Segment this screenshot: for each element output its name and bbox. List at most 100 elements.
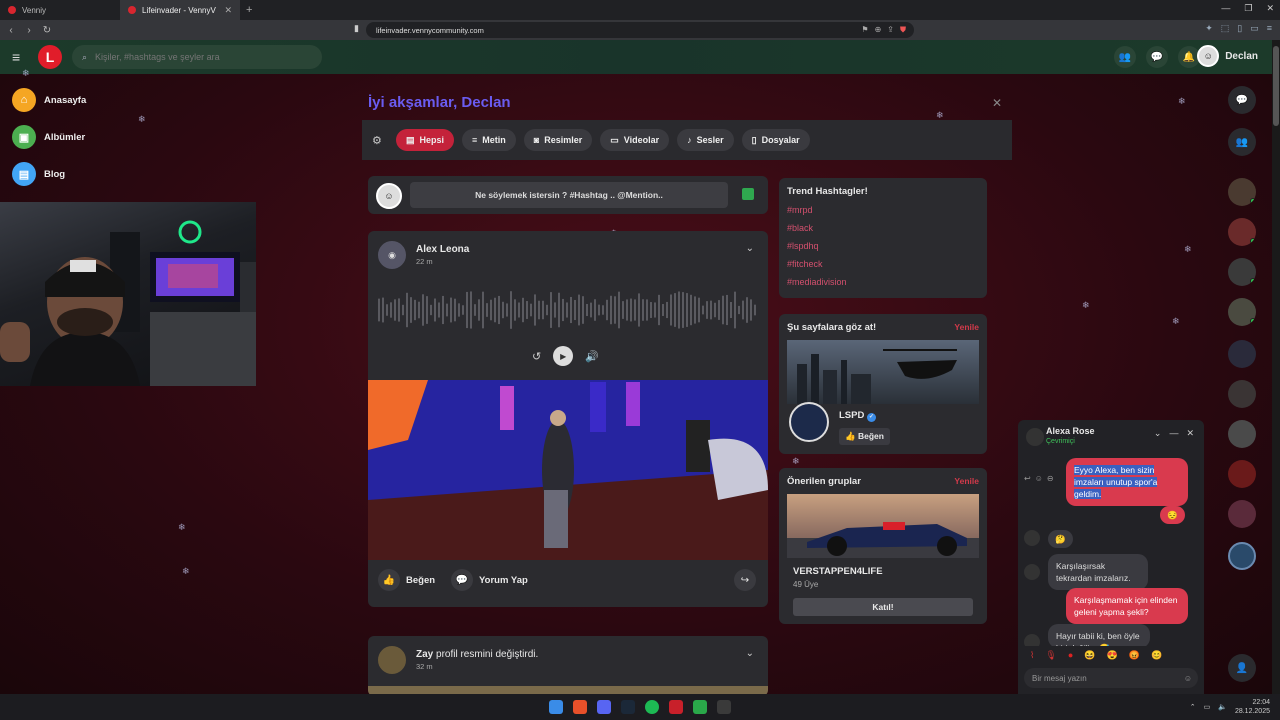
wallet-icon[interactable]: ▭ (1250, 23, 1259, 34)
group-name[interactable]: VERSTAPPEN4LIFE (793, 566, 883, 577)
attachment-icon[interactable]: ⌇ (1030, 650, 1034, 661)
browser-tab-active[interactable]: Lifeinvader - VennyV ✕ (120, 0, 240, 20)
contact-avatar[interactable] (1228, 542, 1256, 570)
emoji-react-icon[interactable]: ☺ (1035, 474, 1043, 483)
avatar[interactable] (378, 646, 406, 674)
close-icon[interactable]: ✕ (992, 96, 1002, 110)
page-like-button[interactable]: 👍 Beğen (839, 428, 890, 445)
camera-upload-icon[interactable] (742, 188, 754, 200)
back-icon[interactable]: ‹ (4, 25, 18, 36)
chat-message-input[interactable]: Bir mesaj yazın ☺ (1024, 668, 1198, 688)
contact-avatar[interactable] (1228, 178, 1256, 206)
brave-icon[interactable] (573, 700, 587, 714)
play-app-icon[interactable] (693, 700, 707, 714)
extension-icon[interactable]: ✦ (1205, 23, 1213, 34)
maximize-icon[interactable]: ❐ (1244, 3, 1252, 14)
share-icon[interactable]: ↪ (734, 569, 756, 591)
close-icon[interactable]: ✕ (1186, 428, 1194, 439)
new-tab-button[interactable]: + (246, 4, 252, 16)
like-button[interactable]: 👍 Beğen (378, 569, 435, 591)
hashtag-link[interactable]: #lspdhq (787, 241, 979, 251)
steam-icon[interactable] (621, 700, 635, 714)
minimize-icon[interactable]: — (1169, 428, 1178, 439)
chevron-down-icon[interactable]: ⌄ (746, 648, 754, 659)
network-icon[interactable]: ▭ (1204, 703, 1211, 711)
filter-files-button[interactable]: ▯ Dosyalar (741, 129, 810, 151)
messages-icon[interactable]: 💬 (1146, 46, 1168, 68)
brave-shield-icon[interactable]: ⛊ (900, 25, 906, 35)
monitor-app-icon[interactable] (717, 700, 731, 714)
contact-avatar[interactable] (1228, 420, 1256, 448)
rewind-icon[interactable]: ↺ (532, 350, 541, 363)
lspd-seal-logo[interactable] (789, 402, 829, 442)
post-author[interactable]: Alex Leona (416, 244, 469, 255)
post-author[interactable]: Zay (416, 649, 433, 660)
close-tab-icon[interactable]: ✕ (224, 5, 232, 16)
user-menu[interactable]: ☺ Declan (1197, 45, 1258, 67)
zoom-icon[interactable]: ⊕ (875, 25, 882, 35)
filter-text-button[interactable]: ≡ Metin (462, 129, 516, 151)
reload-icon[interactable]: ↻ (40, 25, 54, 36)
app-icon[interactable] (669, 700, 683, 714)
more-icon[interactable]: ⊖ (1047, 474, 1054, 483)
filter-audio-button[interactable]: ♪ Sesler (677, 129, 734, 151)
url-field[interactable]: lifeinvader.vennycommunity.com ⚑ ⊕ ⇪ ⛊ (366, 22, 914, 38)
hashtag-link[interactable]: #mrpd (787, 205, 979, 215)
contact-avatar[interactable] (1228, 340, 1256, 368)
composer-input[interactable]: Ne söylemek istersin ? #Hashtag .. @Ment… (410, 182, 728, 208)
chat-contact-name[interactable]: Alexa Rose (1046, 426, 1095, 436)
hashtag-link[interactable]: #mediadivision (787, 277, 979, 287)
microphone-icon[interactable]: 🎙 (1045, 650, 1056, 661)
volume-icon[interactable]: 🔊 (585, 350, 599, 363)
add-friend-icon[interactable]: 👥 (1228, 128, 1256, 156)
record-icon[interactable]: ● (1068, 650, 1073, 660)
emoji-more-icon[interactable]: 😊 (1151, 650, 1162, 661)
clock[interactable]: 22:04 28.12.2025 (1235, 698, 1270, 716)
contact-avatar[interactable] (1228, 218, 1256, 246)
hamburger-menu-icon[interactable]: ≡ (12, 49, 28, 65)
search-bar[interactable]: ⌕ (72, 45, 322, 69)
post-image[interactable] (368, 380, 768, 560)
chat-bubble-icon[interactable]: 💬 (1228, 86, 1256, 114)
volume-icon[interactable]: 🔈 (1218, 703, 1227, 711)
scrollbar[interactable] (1272, 40, 1280, 694)
hashtag-link[interactable]: #fitcheck (787, 259, 979, 269)
filter-settings-icon[interactable]: ⚙ (372, 134, 388, 147)
group-cover-image[interactable] (787, 494, 979, 558)
share-icon[interactable]: ⇪ (887, 25, 894, 35)
page-name[interactable]: LSPD (839, 410, 864, 421)
audio-waveform[interactable] (378, 289, 758, 331)
minimize-icon[interactable]: — (1221, 3, 1230, 14)
hashtag-link[interactable]: #black (787, 223, 979, 233)
filter-images-button[interactable]: ◙ Resimler (523, 129, 593, 151)
forward-icon[interactable]: › (22, 25, 36, 36)
page-cover-image[interactable] (787, 340, 979, 404)
contact-avatar[interactable] (1228, 460, 1256, 488)
reply-icon[interactable]: ↩ (1024, 474, 1031, 483)
discord-icon[interactable] (597, 700, 611, 714)
emoji-love-icon[interactable]: 😍 (1107, 650, 1118, 661)
sidebar-item-home[interactable]: ⌂ Anasayfa (12, 88, 86, 112)
contacts-icon[interactable]: 👤 (1228, 654, 1256, 682)
refresh-link[interactable]: Yenile (954, 322, 979, 332)
sidebar-toggle-icon[interactable]: ▯ (1237, 23, 1242, 34)
sidebar-item-albums[interactable]: ▣ Albümler (12, 125, 85, 149)
chevron-down-icon[interactable]: ⌄ (1154, 428, 1162, 439)
join-group-button[interactable]: Katıl! (793, 598, 973, 616)
emoji-laugh-icon[interactable]: 😆 (1084, 650, 1095, 661)
emoji-angry-icon[interactable]: 😡 (1129, 650, 1140, 661)
filter-all-button[interactable]: ▤ Hepsi (396, 129, 455, 151)
avatar[interactable]: ◉ (378, 241, 406, 269)
filter-videos-button[interactable]: ▭ Videolar (600, 129, 670, 151)
bookmark-icon[interactable]: ▮ (354, 23, 359, 34)
search-input[interactable] (95, 52, 306, 62)
extensions-puzzle-icon[interactable]: ⬚ (1221, 23, 1230, 34)
contact-avatar[interactable] (1228, 258, 1256, 286)
sidebar-item-blog[interactable]: ▤ Blog (12, 162, 65, 186)
contact-avatar[interactable] (1228, 380, 1256, 408)
browser-tab[interactable]: Venniy (0, 0, 120, 20)
emoji-picker-icon[interactable]: ☺ (1184, 674, 1192, 683)
contact-avatar[interactable] (1228, 298, 1256, 326)
play-icon[interactable]: ▶ (553, 346, 574, 366)
close-window-icon[interactable]: ✕ (1266, 3, 1274, 14)
